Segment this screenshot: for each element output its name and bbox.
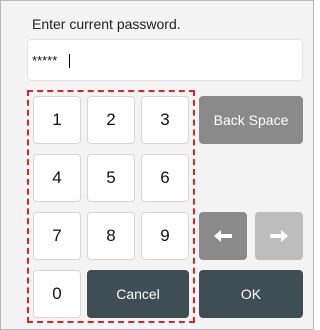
cursor-right-button[interactable]: [255, 212, 303, 260]
arrow-left-icon: [212, 229, 234, 243]
ok-button[interactable]: OK: [199, 270, 303, 318]
text-caret: [69, 54, 70, 68]
cursor-left-button[interactable]: [199, 212, 247, 260]
password-value: *****: [32, 53, 58, 68]
arrow-right-icon: [268, 229, 290, 243]
password-dialog: Enter current password. ***** 1 2 3 4 5 …: [0, 0, 314, 330]
numpad-highlight: [27, 90, 195, 323]
prompt-label: Enter current password.: [32, 16, 181, 32]
backspace-button[interactable]: Back Space: [199, 96, 303, 144]
password-field[interactable]: *****: [27, 39, 303, 81]
